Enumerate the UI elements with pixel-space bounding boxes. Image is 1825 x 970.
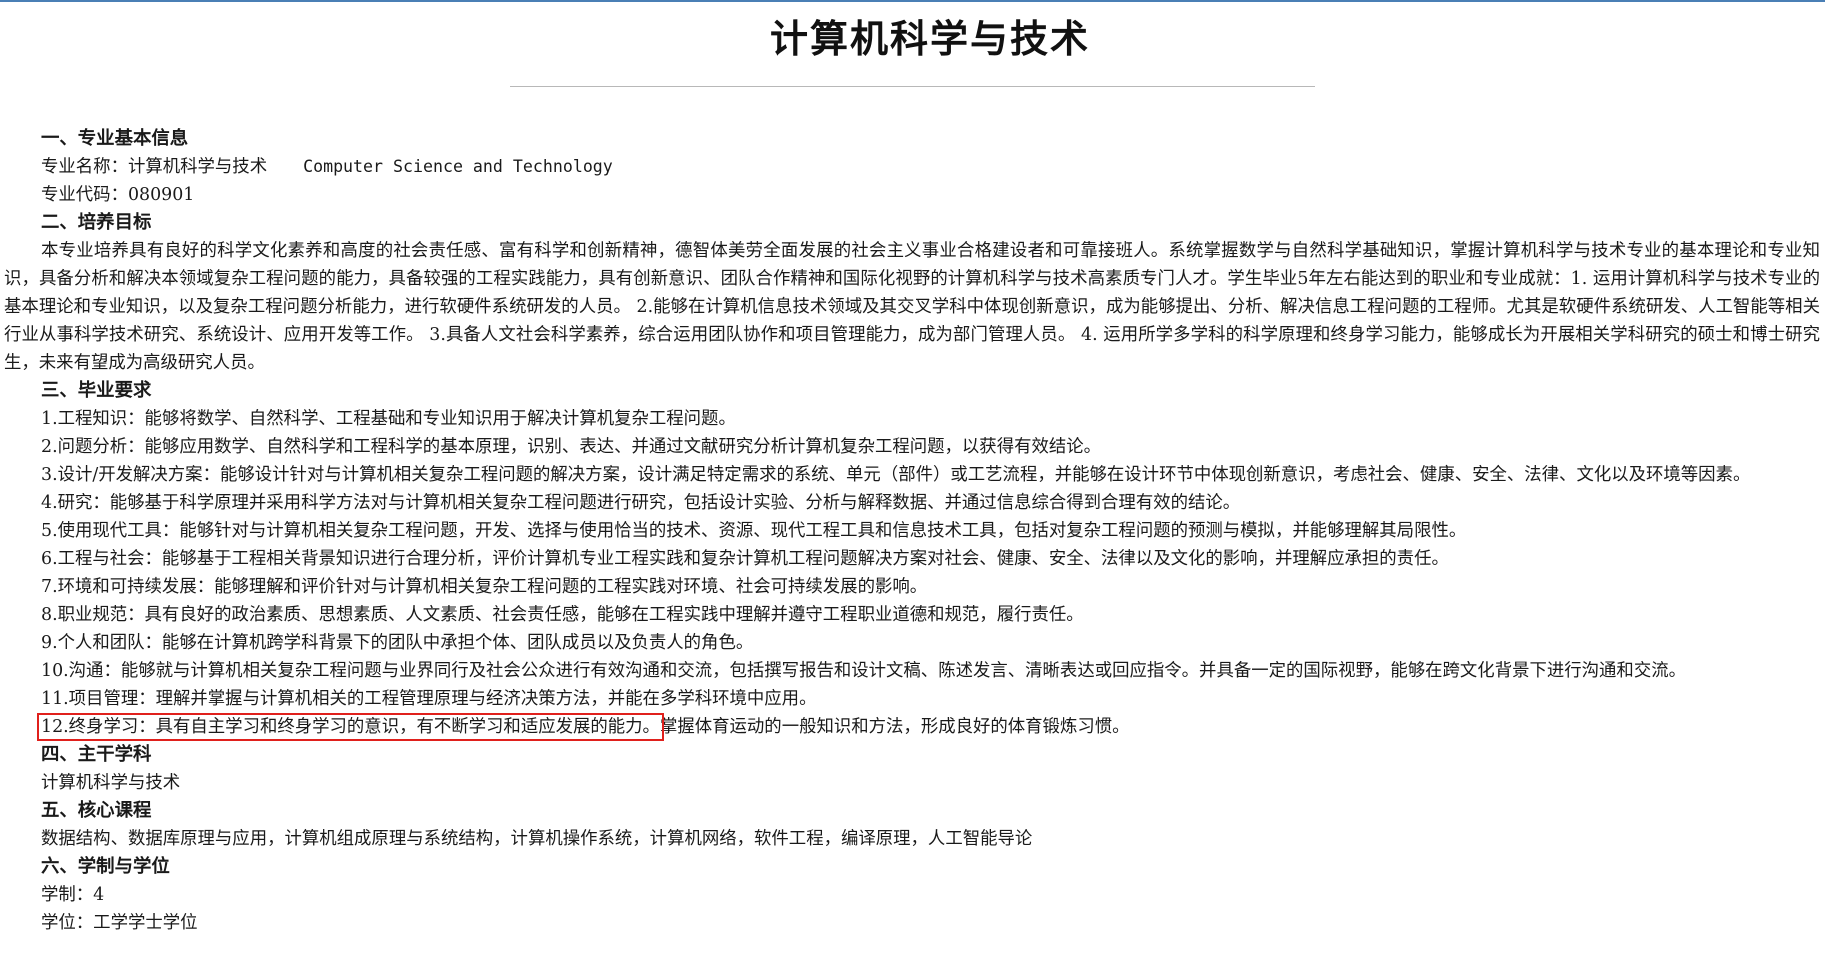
major-name-english: Computer Science and Technology — [303, 157, 613, 176]
requirement-item-2: 2.问题分析：能够应用数学、自然科学和工程科学的基本原理，识别、表达、并通过文献… — [41, 437, 1102, 457]
page-title: 计算机科学与技术 — [769, 17, 1090, 61]
major-code: 专业代码：080901 — [41, 185, 195, 205]
section-heading-discipline: 四、主干学科 — [41, 744, 152, 765]
title-divider — [510, 86, 1315, 87]
core-courses: 数据结构、数据库原理与应用，计算机组成原理与系统结构，计算机操作系统，计算机网络… — [41, 829, 1033, 849]
goal-paragraph: 本专业培养具有良好的科学文化素养和高度的社会责任感、富有科学和创新精神，德智体美… — [4, 241, 1820, 373]
section-heading-basic-info: 一、专业基本信息 — [41, 128, 189, 149]
requirement-item-10: 10.沟通：能够就与计算机相关复杂工程问题与业界同行及社会公众进行有效沟通和交流… — [41, 661, 1686, 681]
section-heading-courses: 五、核心课程 — [41, 800, 152, 821]
document-body: 一、专业基本信息 专业名称：计算机科学与技术 Computer Science a… — [4, 125, 1820, 937]
requirement-item-8: 8.职业规范：具有良好的政治素质、思想素质、人文素质、社会责任感，能够在工程实践… — [41, 605, 1084, 625]
requirement-item-9: 9.个人和团队：能够在计算机跨学科背景下的团队中承担个体、团队成员以及负责人的角… — [41, 633, 754, 653]
requirement-item-7: 7.环境和可持续发展：能够理解和评价针对与计算机相关复杂工程问题的工程实践对环境… — [41, 577, 928, 597]
main-discipline: 计算机科学与技术 — [41, 773, 181, 793]
requirement-item-1: 1.工程知识：能够将数学、自然科学、工程基础和专业知识用于解决计算机复杂工程问题… — [41, 409, 736, 429]
section-heading-degree: 六、学制与学位 — [41, 856, 170, 877]
study-duration: 学制：4 — [41, 885, 105, 905]
requirement-item-3: 3.设计/开发解决方案：能够设计针对与计算机相关复杂工程问题的解决方案，设计满足… — [41, 465, 1751, 485]
top-border — [0, 0, 1825, 2]
section-heading-requirements: 三、毕业要求 — [41, 380, 152, 401]
requirement-item-5: 5.使用现代工具：能够针对与计算机相关复杂工程问题，开发、选择与使用恰当的技术、… — [41, 521, 1467, 541]
major-name-line: 专业名称：计算机科学与技术 Computer Science and Techno… — [4, 153, 1820, 181]
requirement-item-12: 12.终身学习：具有自主学习和终身学习的意识，有不断学习和适应发展的能力。掌握体… — [4, 713, 1820, 741]
section-heading-goal: 二、培养目标 — [41, 212, 152, 233]
highlighted-requirement-12: 12.终身学习：具有自主学习和终身学习的意识，有不断学习和适应发展的能力。 — [37, 713, 664, 741]
requirement-item-4: 4.研究：能够基于科学原理并采用科学方法对与计算机相关复杂工程问题进行研究，包括… — [41, 493, 1241, 513]
requirement-item-6: 6.工程与社会：能够基于工程相关背景知识进行合理分析，评价计算机专业工程实践和复… — [41, 549, 1449, 569]
major-name: 专业名称：计算机科学与技术 — [41, 157, 268, 177]
requirement-item-11: 11.项目管理：理解并掌握与计算机相关的工程管理原理与经济决策方法，并能在多学科… — [41, 689, 817, 709]
requirement-12-continuation: 掌握体育运动的一般知识和方法，形成良好的体育锻炼习惯。 — [659, 717, 1130, 737]
degree-awarded: 学位：工学学士学位 — [41, 913, 198, 933]
